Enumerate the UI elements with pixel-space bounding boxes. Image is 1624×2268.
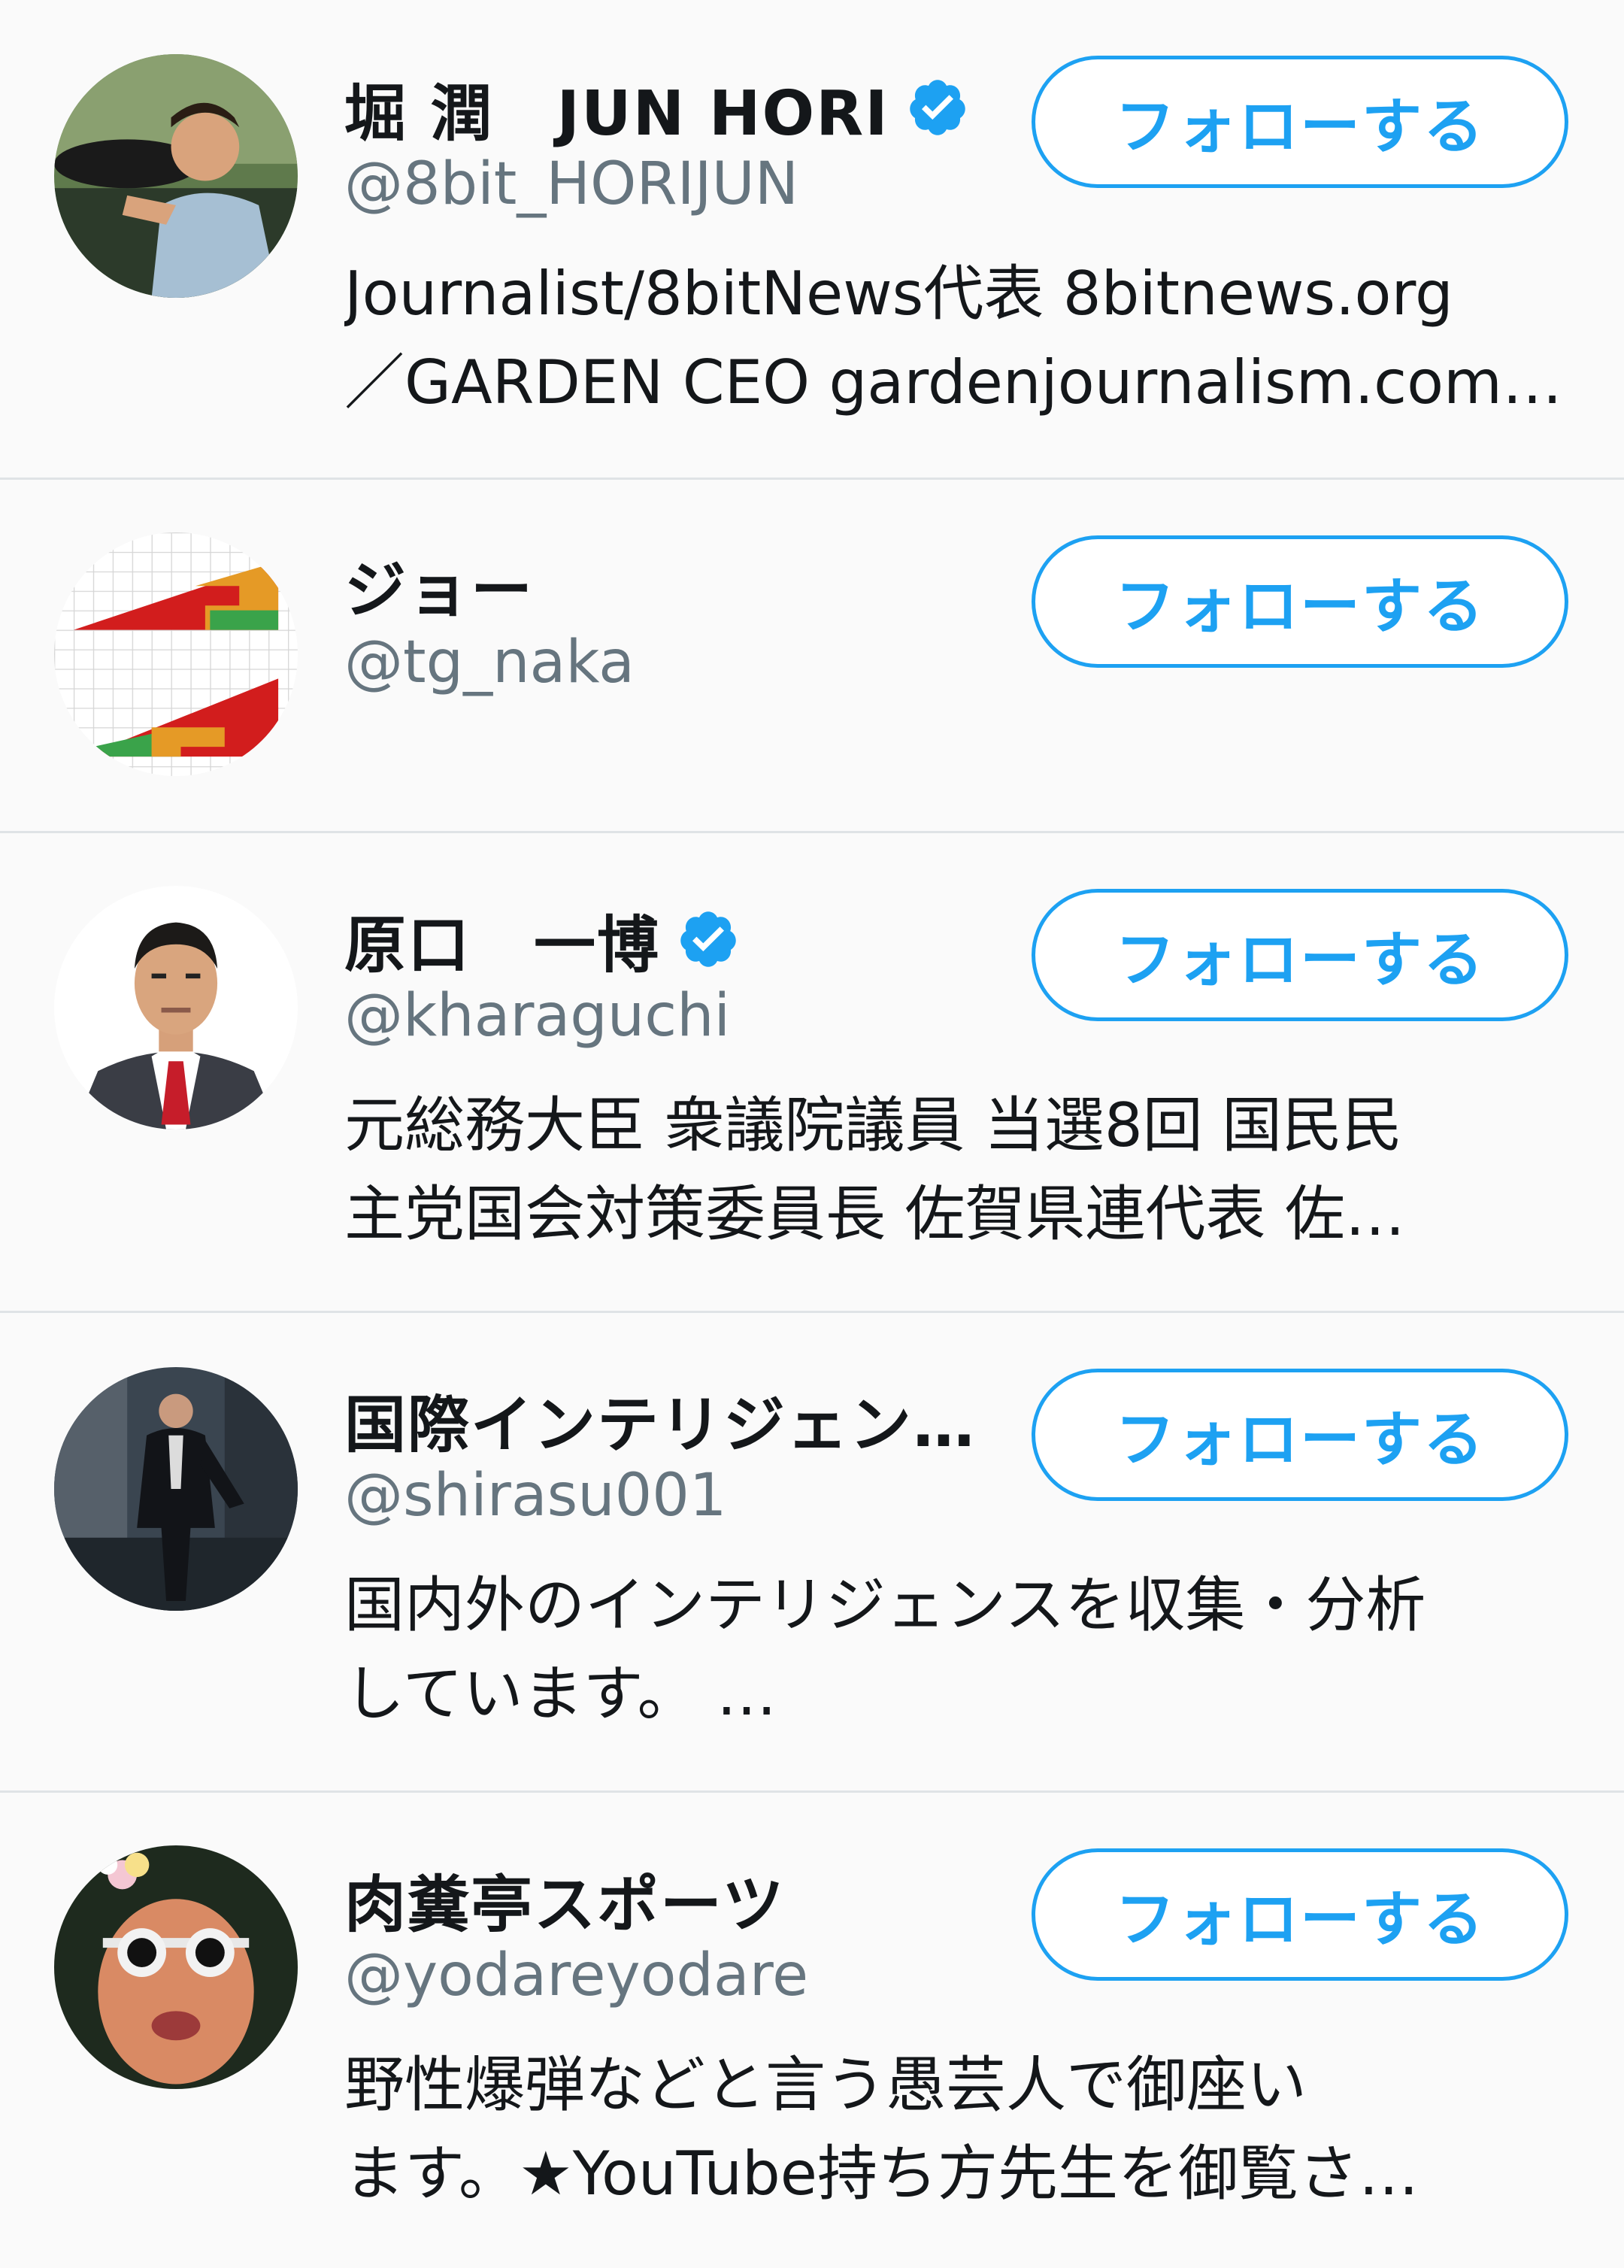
- display-name[interactable]: 原口 一博: [344, 895, 660, 984]
- display-name-line: 堀 潤 JUN HORI: [344, 66, 1023, 150]
- display-name-line: 肉糞亭スポーツ: [344, 1857, 1023, 1941]
- user-bio: 元総務大臣 衆議院議員 当選8回 国民民 主党国会対策委員長 佐賀県連代表 佐…: [344, 1081, 1570, 1259]
- display-name[interactable]: ジョー: [344, 540, 534, 629]
- verified-badge-icon: [680, 911, 736, 967]
- user-handle: @shirasu001: [344, 1462, 727, 1530]
- user-handle: @8bit_HORIJUN: [344, 150, 799, 218]
- user-row-kharaguchi[interactable]: 原口 一博 @kharaguchi 元総務大臣 衆議院議員 当選8回 国民民 主…: [0, 833, 1624, 1313]
- user-row-tg-naka[interactable]: ジョー @tg_naka フォローする: [0, 480, 1624, 833]
- user-handle: @kharaguchi: [344, 982, 731, 1050]
- user-bio: 国内外のインテリジェンスを収集・分析 しています。 …: [344, 1561, 1570, 1739]
- user-handle: @yodareyodare: [344, 1942, 809, 2009]
- display-name-line: ジョー: [344, 543, 1023, 626]
- follow-button[interactable]: フォローする: [1032, 535, 1568, 668]
- display-name-line: 原口 一博: [344, 898, 1023, 981]
- bio-line: ます。★YouTube持ち方先生を御覧さ…: [344, 2139, 1419, 2209]
- user-row-yodareyodare[interactable]: 肉糞亭スポーツ @yodareyodare 野性爆弾などと言う愚芸人で御座い ま…: [0, 1793, 1624, 2268]
- avatar[interactable]: [54, 54, 298, 298]
- bio-line: 主党国会対策委員長 佐賀県連代表 佐…: [344, 1179, 1405, 1249]
- follow-button[interactable]: フォローする: [1032, 56, 1568, 188]
- bio-line: しています。 …: [344, 1659, 777, 1729]
- user-bio: Journalist/8bitNews代表 8bitnews.org ／GARD…: [344, 250, 1570, 427]
- bio-line: 野性爆弾などと言う愚芸人で御座い: [344, 2050, 1307, 2120]
- display-name[interactable]: 肉糞亭スポーツ: [344, 1854, 785, 1944]
- bio-line: 国内外のインテリジェンスを収集・分析: [344, 1570, 1426, 1640]
- display-name[interactable]: 国際インテリジェン…: [344, 1375, 976, 1464]
- display-name-line: 国際インテリジェン…: [344, 1378, 1023, 1461]
- avatar[interactable]: [54, 1845, 298, 2089]
- avatar[interactable]: [54, 1367, 298, 1611]
- follow-button[interactable]: フォローする: [1032, 1848, 1568, 1981]
- follow-button[interactable]: フォローする: [1032, 889, 1568, 1021]
- bio-line: 元総務大臣 衆議院議員 当選8回 国民民: [344, 1090, 1403, 1160]
- user-bio: 野性爆弾などと言う愚芸人で御座い ます。★YouTube持ち方先生を御覧さ…: [344, 2041, 1570, 2218]
- user-list: 堀 潤 JUN HORI @8bit_HORIJUN Journalist/8b…: [0, 0, 1624, 2268]
- user-row-8bit-horijun[interactable]: 堀 潤 JUN HORI @8bit_HORIJUN Journalist/8b…: [0, 0, 1624, 480]
- display-name[interactable]: 堀 潤 JUN HORI: [344, 63, 889, 153]
- avatar[interactable]: [54, 532, 298, 776]
- avatar[interactable]: [54, 886, 298, 1129]
- bio-line: ／GARDEN CEO gardenjournalism.com…: [344, 347, 1562, 417]
- bio-line: Journalist/8bitNews代表 8bitnews.org: [344, 259, 1453, 329]
- user-handle: @tg_naka: [344, 629, 635, 696]
- verified-badge-icon: [910, 80, 965, 135]
- follow-button[interactable]: フォローする: [1032, 1369, 1568, 1501]
- user-row-shirasu001[interactable]: 国際インテリジェン… @shirasu001 国内外のインテリジェンスを収集・分…: [0, 1313, 1624, 1793]
